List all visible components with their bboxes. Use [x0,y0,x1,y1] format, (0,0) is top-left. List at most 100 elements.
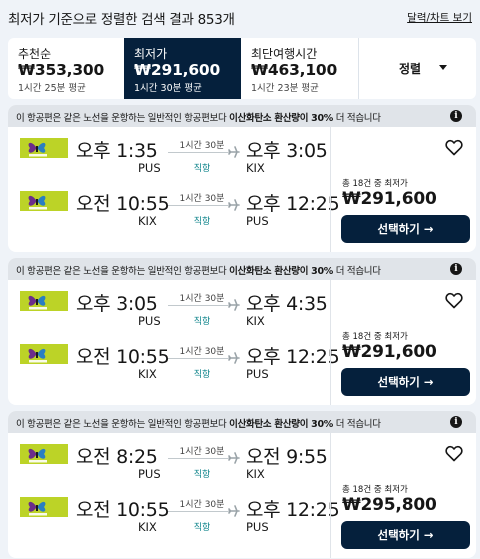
eco-banner: 이 항공편은 같은 노선을 운항하는 일반적인 항공편보다 이산화탄소 환산량이… [8,258,476,280]
eco-banner-suffix: 더 적습니다 [333,419,381,430]
jin-air-logo [20,291,68,311]
select-button[interactable]: 선택하기 → [341,368,470,396]
eco-banner-text: 이 항공편은 같은 노선을 운항하는 일반적인 항공편보다 이산화탄소 환산량이… [16,110,381,124]
fare-price: ₩295,800 [342,495,437,515]
fare-price: ₩291,600 [342,342,437,362]
arrival-time: 오후 12:25 [246,346,340,368]
return-leg: 오전 10:55 KIX 1시간 30분 직항 오후 12:25 PUS [8,338,340,388]
results-count-title: 최저가 기준으로 정렬한 검색 결과 853개 [8,12,235,28]
route-line [168,358,228,359]
info-icon[interactable]: i [450,416,462,428]
departure-airport: KIX [138,367,157,381]
stops-label: 직항 [193,317,211,327]
plane-icon [228,452,240,464]
stops-label: 직항 [193,164,211,174]
flight-duration: 1시간 30분 [179,294,225,304]
departure-airport: PUS [138,161,161,175]
fare-price: ₩291,600 [342,189,437,209]
eco-banner-text: 이 항공편은 같은 노선을 운항하는 일반적인 항공편보다 이산화탄소 환산량이… [16,263,381,277]
heart-icon[interactable] [445,139,463,156]
tab-price: ₩463,100 [251,61,338,79]
plane-icon [228,299,240,311]
plane-icon [228,352,240,364]
heart-icon[interactable] [445,292,463,309]
tab-label: 최저가 [134,47,168,61]
route-line [168,152,228,153]
arrival-airport: PUS [246,214,269,228]
return-leg: 오전 10:55 KIX 1시간 30분 직항 오후 12:25 PUS [8,185,340,235]
info-icon[interactable]: i [450,263,462,275]
stops-label: 직항 [193,370,211,380]
arrival-time: 오후 12:25 [246,193,340,215]
eco-banner-text: 이 항공편은 같은 노선을 운항하는 일반적인 항공편보다 이산화탄소 환산량이… [16,416,381,430]
departure-time: 오전 10:55 [76,499,170,521]
tab-average-duration: 1시간 25분 평균 [18,83,86,94]
jin-air-logo [20,444,68,464]
departure-airport: KIX [138,214,157,228]
flight-duration: 1시간 30분 [179,141,225,151]
arrival-time: 오후 4:35 [246,293,328,315]
departure-time: 오전 10:55 [76,193,170,215]
arrival-time: 오전 9:55 [246,446,328,468]
flight-card: 이 항공편은 같은 노선을 운항하는 일반적인 항공편보다 이산화탄소 환산량이… [8,411,476,558]
jin-air-logo [20,344,68,364]
route-line [168,205,228,206]
eco-banner: 이 항공편은 같은 노선을 운항하는 일반적인 항공편보다 이산화탄소 환산량이… [8,411,476,433]
flight-card: 이 항공편은 같은 노선을 운항하는 일반적인 항공편보다 이산화탄소 환산량이… [8,105,476,252]
tab-average-duration: 1시간 23분 평균 [251,83,319,94]
select-button[interactable]: 선택하기 → [341,215,470,243]
arrival-airport: PUS [246,520,269,534]
deal-count-label: 총 18건 중 최저가 [342,485,408,495]
flight-duration: 1시간 30분 [179,347,225,357]
departure-airport: KIX [138,520,157,534]
tab-cheapest[interactable]: 최저가 ₩291,600 1시간 30분 평균 [124,38,241,99]
jin-air-logo [20,138,68,158]
card-divider [330,280,331,405]
stops-label: 직항 [193,470,211,480]
plane-icon [228,146,240,158]
departure-time: 오후 1:35 [76,140,158,162]
arrival-time: 오후 3:05 [246,140,328,162]
outbound-leg: 오후 1:35 PUS 1시간 30분 직항 오후 3:05 KIX [8,132,330,182]
flight-duration: 1시간 30분 [179,194,225,204]
eco-banner-suffix: 더 적습니다 [333,266,381,277]
tab-best[interactable]: 추천순 ₩353,300 1시간 25분 평균 [8,38,124,99]
heart-icon[interactable] [445,445,463,462]
sort-dropdown-button[interactable]: 정렬 [359,38,476,99]
eco-banner-suffix: 더 적습니다 [333,113,381,124]
jin-air-logo [20,191,68,211]
eco-banner-prefix: 이 항공편은 같은 노선을 운항하는 일반적인 항공편보다 [16,419,230,430]
arrival-airport: PUS [246,367,269,381]
tab-price: ₩353,300 [18,61,105,79]
caret-down-icon [439,65,447,70]
eco-banner: 이 항공편은 같은 노선을 운항하는 일반적인 항공편보다 이산화탄소 환산량이… [8,105,476,127]
jin-air-logo [20,497,68,517]
sort-label: 정렬 [399,62,422,76]
departure-time: 오전 8:25 [76,446,158,468]
arrival-time: 오후 12:25 [246,499,340,521]
departure-time: 오전 10:55 [76,346,170,368]
flight-card: 이 항공편은 같은 노선을 운항하는 일반적인 항공편보다 이산화탄소 환산량이… [8,258,476,405]
deal-count-label: 총 18건 중 최저가 [342,332,408,342]
calendar-chart-link[interactable]: 달력/차트 보기 [407,10,472,25]
eco-banner-prefix: 이 항공편은 같은 노선을 운항하는 일반적인 항공편보다 [16,266,230,277]
sort-tabs: 추천순 ₩353,300 1시간 25분 평균 최저가 ₩291,600 1시간… [8,38,476,99]
flight-duration: 1시간 30분 [179,500,225,510]
arrival-airport: KIX [246,161,265,175]
info-icon[interactable]: i [450,110,462,122]
tab-fastest[interactable]: 최단여행시간 ₩463,100 1시간 23분 평균 [241,38,359,99]
flight-duration: 1시간 30분 [179,447,225,457]
card-divider [330,433,331,558]
stops-label: 직항 [193,217,211,227]
eco-banner-prefix: 이 항공편은 같은 노선을 운항하는 일반적인 항공편보다 [16,113,230,124]
eco-banner-highlight: 이산화탄소 환산량이 30% [229,113,333,124]
eco-banner-highlight: 이산화탄소 환산량이 30% [229,266,333,277]
tab-label: 최단여행시간 [251,47,318,61]
plane-icon [228,199,240,211]
arrival-airport: KIX [246,467,265,481]
plane-icon [228,505,240,517]
departure-time: 오후 3:05 [76,293,158,315]
tab-average-duration: 1시간 30분 평균 [134,83,202,94]
tab-label: 추천순 [18,47,52,61]
select-button[interactable]: 선택하기 → [341,521,470,549]
